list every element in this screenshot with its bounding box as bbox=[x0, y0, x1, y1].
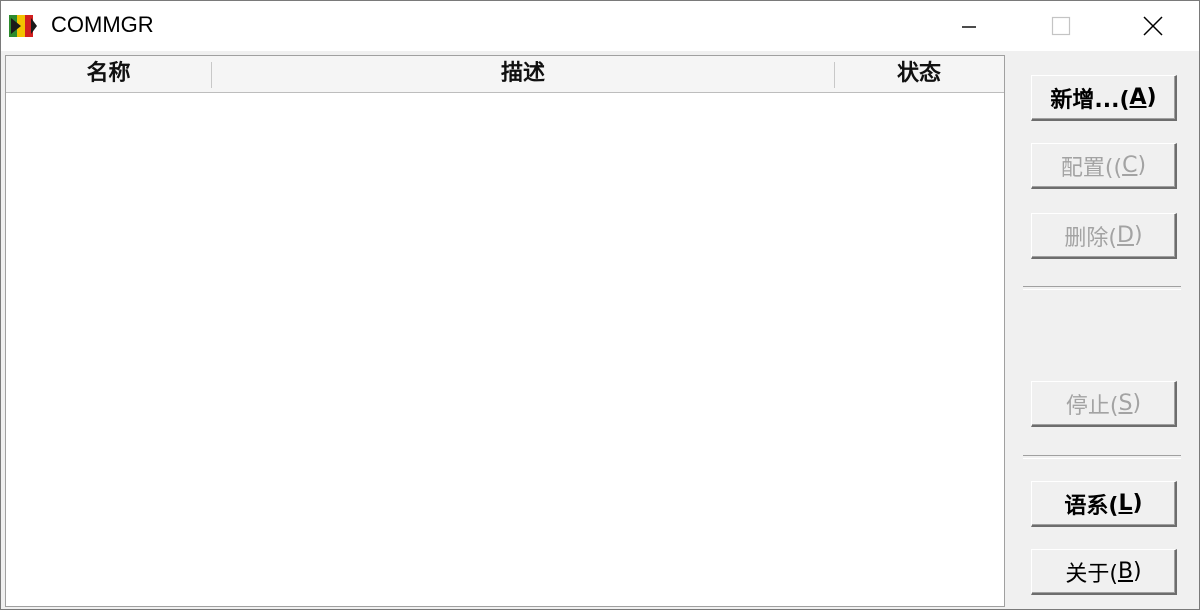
add-button[interactable]: 新增...(A) bbox=[1031, 75, 1177, 121]
column-header-status[interactable]: 状态 bbox=[835, 56, 1003, 92]
about-button[interactable]: 关于(B) bbox=[1031, 549, 1177, 595]
title-bar[interactable]: COMMGR bbox=[1, 1, 1199, 51]
button-separator bbox=[1023, 455, 1181, 459]
minimize-button[interactable] bbox=[923, 1, 1015, 51]
maximize-icon bbox=[1051, 16, 1071, 36]
maximize-button[interactable] bbox=[1015, 1, 1107, 51]
button-separator bbox=[1023, 286, 1181, 290]
language-button[interactable]: 语系(L) bbox=[1031, 481, 1177, 527]
close-icon bbox=[1143, 16, 1163, 36]
service-list[interactable]: 名称 描述 状态 bbox=[5, 55, 1005, 607]
column-header-name[interactable]: 名称 bbox=[6, 56, 211, 92]
stop-button[interactable]: 停止(S) bbox=[1031, 381, 1177, 427]
window-title: COMMGR bbox=[51, 12, 154, 37]
app-flag-icon bbox=[9, 14, 39, 38]
list-header: 名称 描述 状态 bbox=[6, 56, 1004, 93]
list-body[interactable] bbox=[6, 93, 1004, 606]
column-header-description[interactable]: 描述 bbox=[212, 56, 834, 92]
close-button[interactable] bbox=[1107, 1, 1199, 51]
minimize-icon bbox=[961, 18, 977, 34]
config-button[interactable]: 配置((C) bbox=[1031, 143, 1177, 189]
client-area: 名称 描述 状态 新增...(A) 配置((C) 删除(D) 停止(S) 语系(… bbox=[1, 53, 1199, 609]
app-window: COMMGR 名称 描述 状态 新增...(A) 配置((C) 删除(… bbox=[0, 0, 1200, 610]
delete-button[interactable]: 删除(D) bbox=[1031, 213, 1177, 259]
